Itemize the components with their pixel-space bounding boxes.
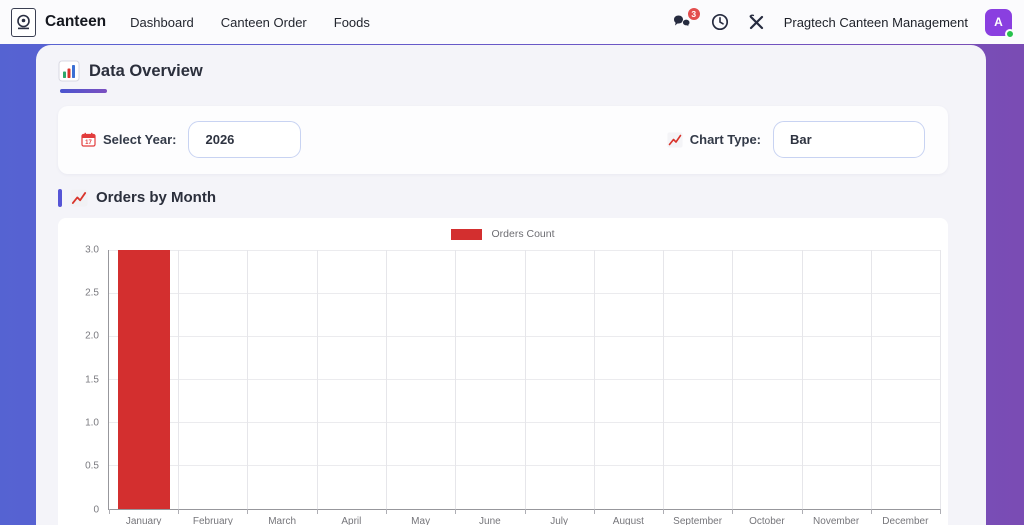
x-axis-tick — [317, 509, 318, 514]
bar-chart-icon — [58, 60, 80, 82]
messages-button[interactable]: 3 — [673, 12, 693, 32]
x-tick-label: July — [525, 516, 594, 525]
x-axis-tick — [663, 509, 664, 514]
x-tick-label: February — [178, 516, 247, 525]
vertical-gridline — [663, 250, 664, 509]
tools-button[interactable] — [747, 12, 767, 32]
x-axis-tick — [732, 509, 733, 514]
vertical-gridline — [940, 250, 941, 509]
vertical-gridline — [317, 250, 318, 509]
y-tick-label: 3.0 — [85, 244, 99, 255]
filters-card: 17 Select Year: Chart Type: — [58, 106, 948, 174]
app-logo[interactable] — [11, 8, 36, 37]
x-axis-tick — [525, 509, 526, 514]
vertical-gridline — [386, 250, 387, 509]
year-filter-group: 17 Select Year: — [81, 121, 301, 158]
x-axis-tick — [178, 509, 179, 514]
vertical-gridline — [871, 250, 872, 509]
user-avatar[interactable]: A — [985, 9, 1012, 36]
x-tick-label: April — [317, 516, 386, 525]
vertical-gridline — [525, 250, 526, 509]
x-tick-label: June — [455, 516, 524, 525]
avatar-letter: A — [994, 15, 1003, 29]
main-content-panel: Data Overview 17 Select Year: Chart Type… — [36, 45, 986, 525]
legend-swatch — [451, 229, 482, 240]
y-tick-label: 1.5 — [85, 374, 99, 385]
vertical-gridline — [802, 250, 803, 509]
chart-legend[interactable]: Orders Count — [66, 228, 940, 241]
x-axis-tick — [109, 509, 110, 514]
x-axis-tick — [386, 509, 387, 514]
vertical-gridline — [455, 250, 456, 509]
plot-grid — [108, 250, 940, 510]
brand-name[interactable]: Canteen — [45, 13, 106, 31]
line-chart-icon — [667, 132, 683, 148]
top-navbar: Canteen Dashboard Canteen Order Foods 3 — [0, 0, 1024, 44]
y-axis: 3.02.52.01.51.00.50 — [66, 250, 108, 510]
y-tick-label: 1.0 — [85, 417, 99, 428]
year-label: Select Year: — [103, 132, 176, 147]
x-tick-label: December — [871, 516, 940, 525]
x-tick-label: November — [802, 516, 871, 525]
y-tick-label: 2.0 — [85, 331, 99, 342]
tools-icon — [748, 14, 765, 31]
year-input[interactable] — [188, 121, 301, 158]
bar-january — [118, 250, 170, 509]
x-tick-label: September — [663, 516, 732, 525]
title-underline — [60, 89, 107, 93]
legend-label: Orders Count — [491, 228, 554, 240]
x-axis-tick — [455, 509, 456, 514]
chart-type-filter-group: Chart Type: — [667, 121, 925, 158]
calendar-icon: 17 — [81, 132, 96, 147]
orders-chart-card: Orders Count 3.0 2.5 2.0 1.5 1.0 0.5 0 January… — [58, 218, 948, 525]
x-tick-label: October — [732, 516, 801, 525]
vertical-gridline — [178, 250, 179, 509]
x-axis-tick — [247, 509, 248, 514]
x-axis: JanuaryFebruaryMarchAprilMayJuneJulyAugu… — [109, 516, 940, 525]
y-tick-label: 0.5 — [85, 461, 99, 472]
x-axis-tick — [940, 509, 941, 514]
svg-text:17: 17 — [85, 140, 92, 146]
x-tick-label: January — [109, 516, 178, 525]
nav-item-canteen-order[interactable]: Canteen Order — [221, 15, 307, 30]
messages-badge: 3 — [687, 7, 701, 21]
chart-type-label: Chart Type: — [690, 132, 761, 147]
chart-plot-area: 3.02.52.01.51.00.50 — [66, 250, 940, 510]
y-tick-label: 0 — [93, 504, 99, 515]
section-title: Orders by Month — [96, 189, 216, 206]
x-axis-tick — [871, 509, 872, 514]
x-tick-label: May — [386, 516, 455, 525]
main-menu: Dashboard Canteen Order Foods — [130, 15, 370, 30]
logo-icon — [16, 14, 31, 31]
clock-icon — [711, 13, 729, 31]
chart-type-input[interactable] — [773, 121, 925, 158]
activities-button[interactable] — [710, 12, 730, 32]
company-menu[interactable]: Pragtech Canteen Management — [784, 15, 968, 30]
x-axis-tick — [802, 509, 803, 514]
y-tick-label: 2.5 — [85, 287, 99, 298]
online-status-dot — [1005, 29, 1015, 39]
vertical-gridline — [247, 250, 248, 509]
section-accent-bar — [58, 189, 62, 207]
nav-item-foods[interactable]: Foods — [334, 15, 370, 30]
vertical-gridline — [732, 250, 733, 509]
x-tick-label: August — [594, 516, 663, 525]
x-axis-tick — [594, 509, 595, 514]
page-title: Data Overview — [89, 62, 203, 81]
line-chart-icon — [70, 189, 88, 207]
nav-item-dashboard[interactable]: Dashboard — [130, 15, 194, 30]
x-tick-label: March — [248, 516, 317, 525]
vertical-gridline — [594, 250, 595, 509]
